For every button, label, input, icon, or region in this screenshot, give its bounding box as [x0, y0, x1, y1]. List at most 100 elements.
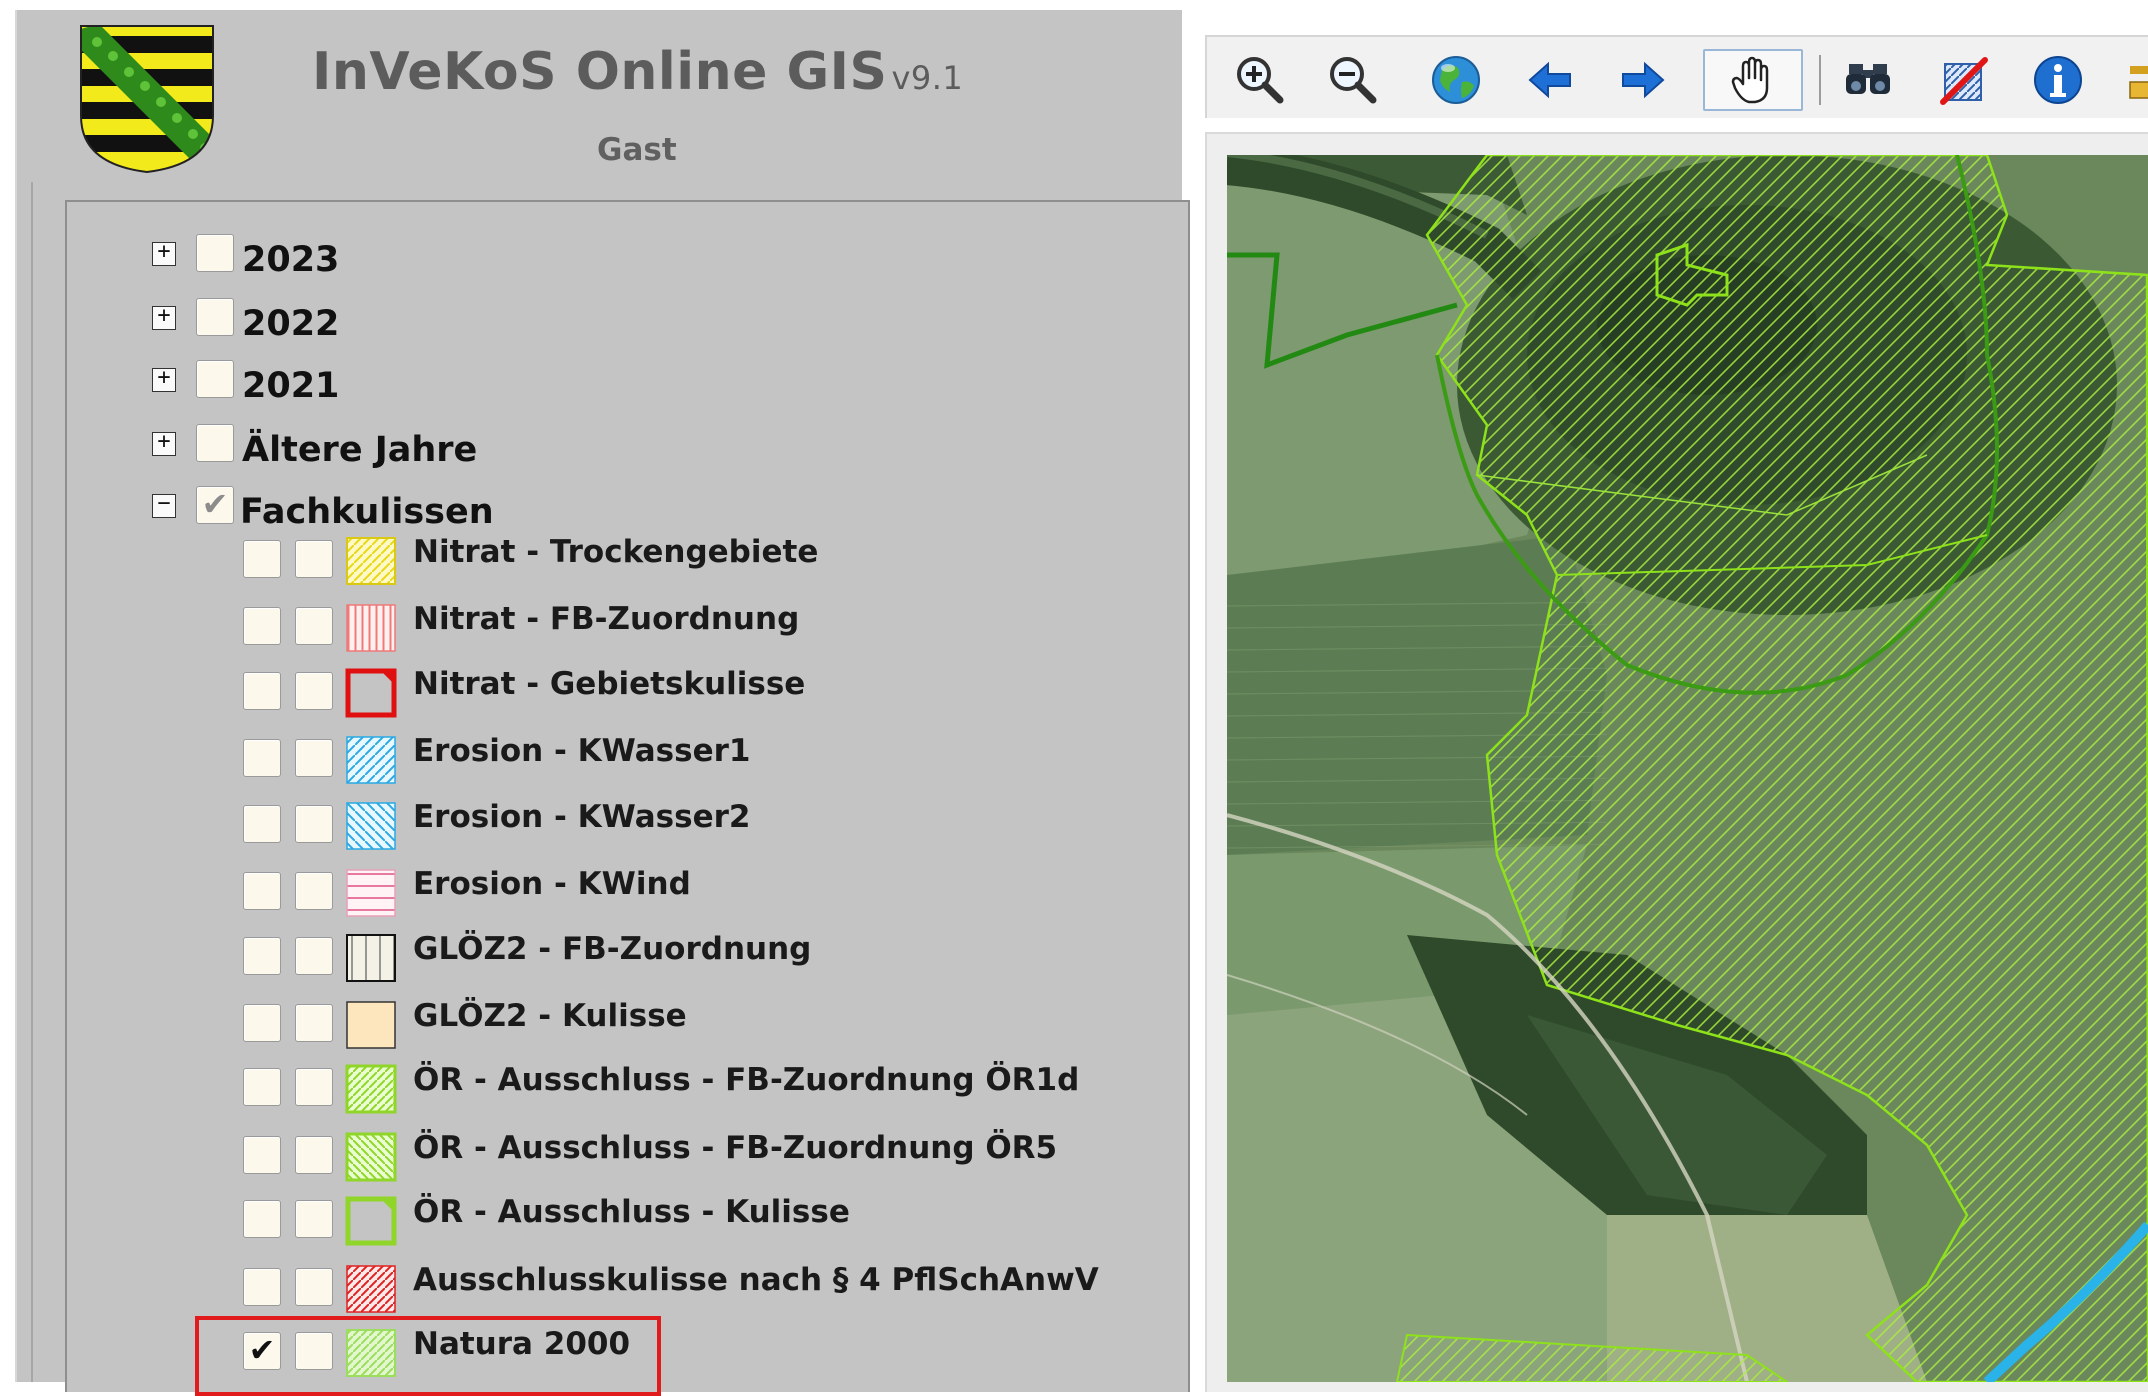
layer-selectable-checkbox[interactable]	[295, 1268, 333, 1306]
map-view[interactable]	[1227, 155, 2148, 1382]
layer-label[interactable]: Erosion - KWasser1	[413, 733, 750, 769]
tree-node-label[interactable]: Fachkulissen	[240, 492, 494, 532]
layer-row-gloez2-fb-zuordnung: GLÖZ2 - FB-Zuordnung	[243, 931, 1143, 985]
app-version: v9.1	[891, 59, 964, 97]
hand-icon	[1731, 56, 1769, 104]
app-title-text: InVeKoS Online GIS	[312, 42, 888, 102]
layer-row-nitrat-trockengebiete: Nitrat - Trockengebiete	[243, 534, 1143, 588]
layer-visibility-checkbox[interactable]	[243, 672, 281, 710]
tree-node-2022: + 2022	[152, 298, 552, 350]
tree-node-aeltere-jahre: + Ältere Jahre	[152, 424, 652, 476]
layer-row-oer-ausschluss-kulisse: ÖR - Ausschluss - Kulisse	[243, 1194, 1143, 1248]
highlight-annotation-box	[195, 1316, 661, 1396]
layer-label[interactable]: ÖR - Ausschluss - FB-Zuordnung ÖR1d	[413, 1062, 1079, 1098]
layer-selectable-checkbox[interactable]	[295, 1068, 333, 1106]
expand-icon[interactable]: +	[152, 241, 176, 266]
info-icon	[2034, 56, 2082, 104]
tree-node-2021: + 2021	[152, 360, 552, 412]
toolbar-separator	[1819, 55, 1821, 105]
layer-visibility-checkbox[interactable]	[243, 1136, 281, 1174]
layer-label[interactable]: Nitrat - Trockengebiete	[413, 534, 818, 570]
layer-selectable-checkbox[interactable]	[295, 805, 333, 843]
layer-selectable-checkbox[interactable]	[295, 672, 333, 710]
layer-label[interactable]: Nitrat - FB-Zuordnung	[413, 601, 799, 637]
tree-node-label[interactable]: 2023	[242, 240, 339, 280]
app-title: InVeKoS Online GIS v9.1	[312, 42, 963, 102]
expand-icon[interactable]: +	[152, 431, 176, 456]
layer-visibility-checkbox[interactable]	[243, 1268, 281, 1306]
layer-visibility-checkbox[interactable]	[243, 937, 281, 975]
layer-label[interactable]: Erosion - KWind	[413, 866, 691, 902]
collapse-icon[interactable]: −	[152, 493, 176, 518]
layer-label[interactable]: ÖR - Ausschluss - Kulisse	[413, 1194, 850, 1230]
legend-symbol-fill-beige	[346, 1001, 396, 1049]
layer-selectable-checkbox[interactable]	[295, 1200, 333, 1238]
legend-symbol-hatch-red	[346, 1265, 396, 1313]
expand-icon[interactable]: +	[152, 305, 176, 330]
map-toolbar	[1205, 35, 2148, 118]
legend-symbol-vertical-red	[346, 604, 396, 652]
layer-visibility-checkbox[interactable]	[243, 872, 281, 910]
checkbox-fachkulissen[interactable]: ✔	[196, 486, 234, 524]
layer-panel: InVeKoS Online GIS v9.1 Gast + 2023 + 20…	[15, 10, 1190, 1392]
layer-visibility-checkbox[interactable]	[243, 540, 281, 578]
search-button[interactable]	[1837, 49, 1899, 111]
layer-selectable-checkbox[interactable]	[295, 937, 333, 975]
tree-node-label[interactable]: 2022	[242, 304, 339, 344]
pan-button[interactable]	[1703, 49, 1803, 111]
layer-selectable-checkbox[interactable]	[295, 1136, 333, 1174]
legend-symbol-backhatch-cyan	[346, 802, 396, 850]
layer-label[interactable]: Erosion - KWasser2	[413, 799, 750, 835]
full-extent-button[interactable]	[1425, 49, 1487, 111]
clear-selection-button[interactable]	[1932, 49, 1994, 111]
legend-symbol-hatch-yellow	[346, 537, 396, 585]
legend-symbol-hatch-green	[345, 1064, 397, 1114]
layer-label[interactable]: Nitrat - Gebietskulisse	[413, 666, 805, 702]
layer-row-erosion-kwasser1: Erosion - KWasser1	[243, 733, 1143, 787]
info-button[interactable]	[2027, 49, 2089, 111]
layer-selectable-checkbox[interactable]	[295, 607, 333, 645]
expand-icon[interactable]: +	[152, 367, 176, 392]
layer-row-oer-ausschluss-oer5: ÖR - Ausschluss - FB-Zuordnung ÖR5	[243, 1130, 1143, 1184]
layer-label[interactable]: GLÖZ2 - Kulisse	[413, 998, 687, 1034]
more-button[interactable]	[2122, 49, 2148, 111]
zoom-in-icon	[1237, 57, 1284, 104]
legend-symbol-outline-green	[345, 1196, 397, 1246]
layer-visibility-checkbox[interactable]	[243, 1200, 281, 1238]
checkbox-2023[interactable]	[196, 234, 234, 272]
tree-node-fachkulissen: − ✔ Fachkulissen	[152, 486, 652, 538]
layer-visibility-checkbox[interactable]	[243, 1004, 281, 1042]
arrow-right-icon	[1622, 61, 1665, 99]
checkbox-2022[interactable]	[196, 298, 234, 336]
arrow-left-icon	[1528, 61, 1571, 99]
previous-extent-button[interactable]	[1519, 49, 1581, 111]
checkbox-2021[interactable]	[196, 360, 234, 398]
layer-row-gloez2-kulisse: GLÖZ2 - Kulisse	[243, 998, 1143, 1052]
layer-visibility-checkbox[interactable]	[243, 1068, 281, 1106]
saxony-coat-of-arms-icon	[80, 25, 214, 174]
checkbox-aeltere-jahre[interactable]	[196, 424, 234, 462]
aerial-map-image	[1227, 155, 2148, 1382]
zoom-out-button[interactable]	[1322, 49, 1384, 111]
clear-selection-icon	[1940, 57, 1988, 105]
layer-row-erosion-kwasser2: Erosion - KWasser2	[243, 799, 1143, 853]
zoom-out-icon	[1330, 57, 1377, 104]
layer-tree: + 2023 + 2022 + 2021 + Ältere Jahre − ✔ …	[65, 200, 1190, 1392]
layer-visibility-checkbox[interactable]	[243, 805, 281, 843]
tree-node-label[interactable]: 2021	[242, 366, 339, 406]
layer-label[interactable]: Ausschlusskulisse nach § 4 PflSchAnwV	[413, 1262, 1099, 1298]
layer-row-ausschlusskulisse-pflschanwv: Ausschlusskulisse nach § 4 PflSchAnwV	[243, 1262, 1143, 1316]
layer-selectable-checkbox[interactable]	[295, 540, 333, 578]
layer-label[interactable]: GLÖZ2 - FB-Zuordnung	[413, 931, 811, 967]
layer-visibility-checkbox[interactable]	[243, 607, 281, 645]
next-extent-button[interactable]	[1612, 49, 1674, 111]
user-name: Gast	[597, 132, 677, 168]
layer-selectable-checkbox[interactable]	[295, 1004, 333, 1042]
layer-selectable-checkbox[interactable]	[295, 739, 333, 777]
tree-node-label[interactable]: Ältere Jahre	[242, 430, 477, 470]
layer-selectable-checkbox[interactable]	[295, 872, 333, 910]
layer-visibility-checkbox[interactable]	[243, 739, 281, 777]
zoom-in-button[interactable]	[1229, 49, 1291, 111]
layer-label[interactable]: ÖR - Ausschluss - FB-Zuordnung ÖR5	[413, 1130, 1057, 1166]
globe-icon	[1432, 56, 1480, 104]
